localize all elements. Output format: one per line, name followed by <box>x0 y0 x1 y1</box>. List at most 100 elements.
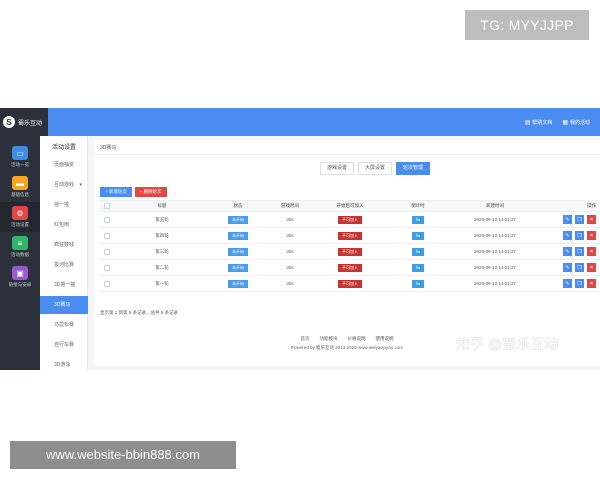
add-round-button[interactable]: + 新增轮次 <box>100 187 132 197</box>
delete-icon[interactable]: ✕ <box>587 231 596 240</box>
tab-screen-settings[interactable]: 大屏设置 <box>358 162 393 175</box>
rail-item-links[interactable]: ▣ 链接与安卓 <box>0 262 40 292</box>
row-title: 第二轮 <box>155 264 169 270</box>
delete-round-button[interactable]: ▪ 删除轮次 <box>134 187 167 197</box>
submenu-item-3d-horse-race[interactable]: 3D赛马 <box>40 296 88 314</box>
header-join-after-start[interactable]: 开始后可加入 <box>314 203 386 209</box>
rail-item-activity-data[interactable]: ≡ 活动数据 <box>0 232 40 262</box>
rail-item-basic-info[interactable]: ▬ 基础信息 <box>0 172 40 202</box>
submenu-item-shake[interactable]: 摇一摇 <box>40 196 88 214</box>
edit-icon[interactable]: ✎ <box>563 263 572 272</box>
pagination-info: 显示第 1 到第 5 条记录，总共 5 条记录 <box>100 310 179 315</box>
row-join-cell: 不可加入 <box>314 215 386 224</box>
apps-icon: ▣ <box>12 266 28 280</box>
submenu-item-label: 互动游戏 <box>54 182 75 188</box>
row-game-time: 30s <box>286 217 294 222</box>
row-select-cell <box>100 248 114 255</box>
row-checkbox[interactable] <box>104 280 110 287</box>
footer-link-home[interactable]: 首页 <box>301 336 310 342</box>
logo[interactable]: S 蜀乐互动 <box>0 108 48 136</box>
submenu-item-count-money[interactable]: 疯狂数钱 <box>40 236 88 254</box>
row-status-cell: 未开始 <box>210 231 266 240</box>
table-row: 第四轮 未开始 30s 不可加入 5s 2020-08-10 14:01:27 … <box>100 228 600 244</box>
status-badge: 未开始 <box>228 215 248 224</box>
submenu-item-label: 3D赛马 <box>54 302 71 308</box>
row-title: 第三轮 <box>155 248 169 254</box>
breadcrumb: 3D赛马 <box>100 145 117 151</box>
copy-icon[interactable]: ❐ <box>575 247 584 256</box>
copy-icon[interactable]: ❐ <box>575 215 584 224</box>
watermark-telegram: TG: MYYJJPP <box>465 10 589 40</box>
submenu-item-marathon[interactable]: 马拉松赛 <box>40 316 88 334</box>
rail-label: 基础信息 <box>11 192 29 197</box>
delete-icon[interactable]: ✕ <box>587 247 596 256</box>
footer-link-pricing[interactable]: 价格说明 <box>348 336 366 342</box>
rail-item-activity-settings[interactable]: ⚙ 活动设置 <box>0 202 40 232</box>
row-join-cell: 不可加入 <box>314 247 386 256</box>
row-checkbox[interactable] <box>104 264 110 271</box>
grid-icon: ▦ <box>562 119 568 126</box>
row-operations: ✎ ❐ ✕ <box>540 215 600 224</box>
status-badge: 未开始 <box>228 279 248 288</box>
delete-icon[interactable]: ✕ <box>587 263 596 272</box>
delete-icon[interactable]: ✕ <box>587 215 596 224</box>
header-countdown[interactable]: 倒计时 <box>386 203 450 209</box>
row-created-time: 2020-08-10 14:01:27 <box>474 265 516 270</box>
select-all-checkbox[interactable] <box>104 203 110 209</box>
help-docs-link[interactable]: ▤ 帮助文档 <box>525 119 553 126</box>
header-title[interactable]: 标题 <box>114 203 210 209</box>
rail-label: 活动一览 <box>11 162 29 167</box>
table-header: 标题 状态 游戏时间 开始后可加入 倒计时 新建时间 操作 <box>100 200 600 212</box>
row-checkbox[interactable] <box>104 248 110 255</box>
edit-icon[interactable]: ✎ <box>563 247 572 256</box>
row-game-time: 30s <box>286 233 294 238</box>
row-countdown-cell: 5s <box>386 231 450 240</box>
submenu-item-red-packet[interactable]: 红包雨 <box>40 216 88 234</box>
tab-round-management[interactable]: 轮次管理 <box>396 162 431 175</box>
delete-icon[interactable]: ✕ <box>587 279 596 288</box>
row-created-time: 2020-08-10 14:01:27 <box>474 249 516 254</box>
join-badge: 不可加入 <box>338 247 362 256</box>
row-join-cell: 不可加入 <box>314 231 386 240</box>
submenu-item-label: 摇一摇 <box>54 202 70 208</box>
row-select-cell <box>100 280 114 287</box>
table-row: 第二轮 未开始 30s 不可加入 5s 2020-08-10 14:01:27 … <box>100 260 600 276</box>
row-checkbox[interactable] <box>104 232 110 239</box>
rail-item-overview[interactable]: ▭ 活动一览 <box>0 142 40 172</box>
submenu-item-3d-swim[interactable]: 3D游泳 <box>40 356 88 374</box>
tab-game-settings[interactable]: 游戏设置 <box>320 162 355 175</box>
edit-icon[interactable]: ✎ <box>563 279 572 288</box>
copy-icon[interactable]: ❐ <box>575 263 584 272</box>
submenu-item-3d-shake[interactable]: 3D摇一摇 <box>40 276 88 294</box>
row-title: 第四轮 <box>155 232 169 238</box>
app-window: S 蜀乐互动 ▤ 帮助文档 ▦ 我的活动 ▭ 活动一览 ▬ 基础信息 ⚙ 活动设… <box>0 108 600 370</box>
header-created-time[interactable]: 新建时间 <box>450 203 540 209</box>
header-status[interactable]: 状态 <box>210 203 266 209</box>
submenu-item-label: 拔河比赛 <box>54 262 75 268</box>
footer-link-guide[interactable]: 使用说明 <box>376 336 394 342</box>
edit-icon[interactable]: ✎ <box>563 215 572 224</box>
countdown-badge: 5s <box>411 231 425 240</box>
copy-icon[interactable]: ❐ <box>575 231 584 240</box>
submenu-item-interactive-games[interactable]: 互动游戏 ▾ <box>40 176 88 194</box>
submenu-item-tug-of-war[interactable]: 拔河比赛 <box>40 256 88 274</box>
row-checkbox[interactable] <box>104 216 110 223</box>
row-status-cell: 未开始 <box>210 279 266 288</box>
screenshot-page: TG: MYYJJPP S 蜀乐互动 ▤ 帮助文档 ▦ 我的活动 ▭ 活动一览 … <box>0 0 600 480</box>
monitor-icon: ▭ <box>12 146 28 160</box>
row-countdown-cell: 5s <box>386 279 450 288</box>
content-panel: 3D赛马 游戏设置 大屏设置 轮次管理 + 新增轮次 ▪ 删除轮次 标题 状态 游… <box>94 140 600 366</box>
footer-link-modules[interactable]: 功能模块 <box>320 336 338 342</box>
copy-icon[interactable]: ❐ <box>575 279 584 288</box>
rail-label: 活动设置 <box>11 222 29 227</box>
row-select-cell <box>100 264 114 271</box>
my-activities-link[interactable]: ▦ 我的活动 <box>562 119 590 126</box>
edit-icon[interactable]: ✎ <box>563 231 572 240</box>
submenu-item-label: 红包雨 <box>54 222 70 228</box>
folder-icon: ▬ <box>12 176 28 190</box>
countdown-badge: 5s <box>411 215 425 224</box>
submenu-item-page-lottery[interactable]: 页面抽奖 <box>40 156 88 174</box>
row-game-time: 30s <box>286 265 294 270</box>
submenu-item-bike-race[interactable]: 自行车赛 <box>40 336 88 354</box>
header-game-time[interactable]: 游戏时间 <box>266 203 314 209</box>
